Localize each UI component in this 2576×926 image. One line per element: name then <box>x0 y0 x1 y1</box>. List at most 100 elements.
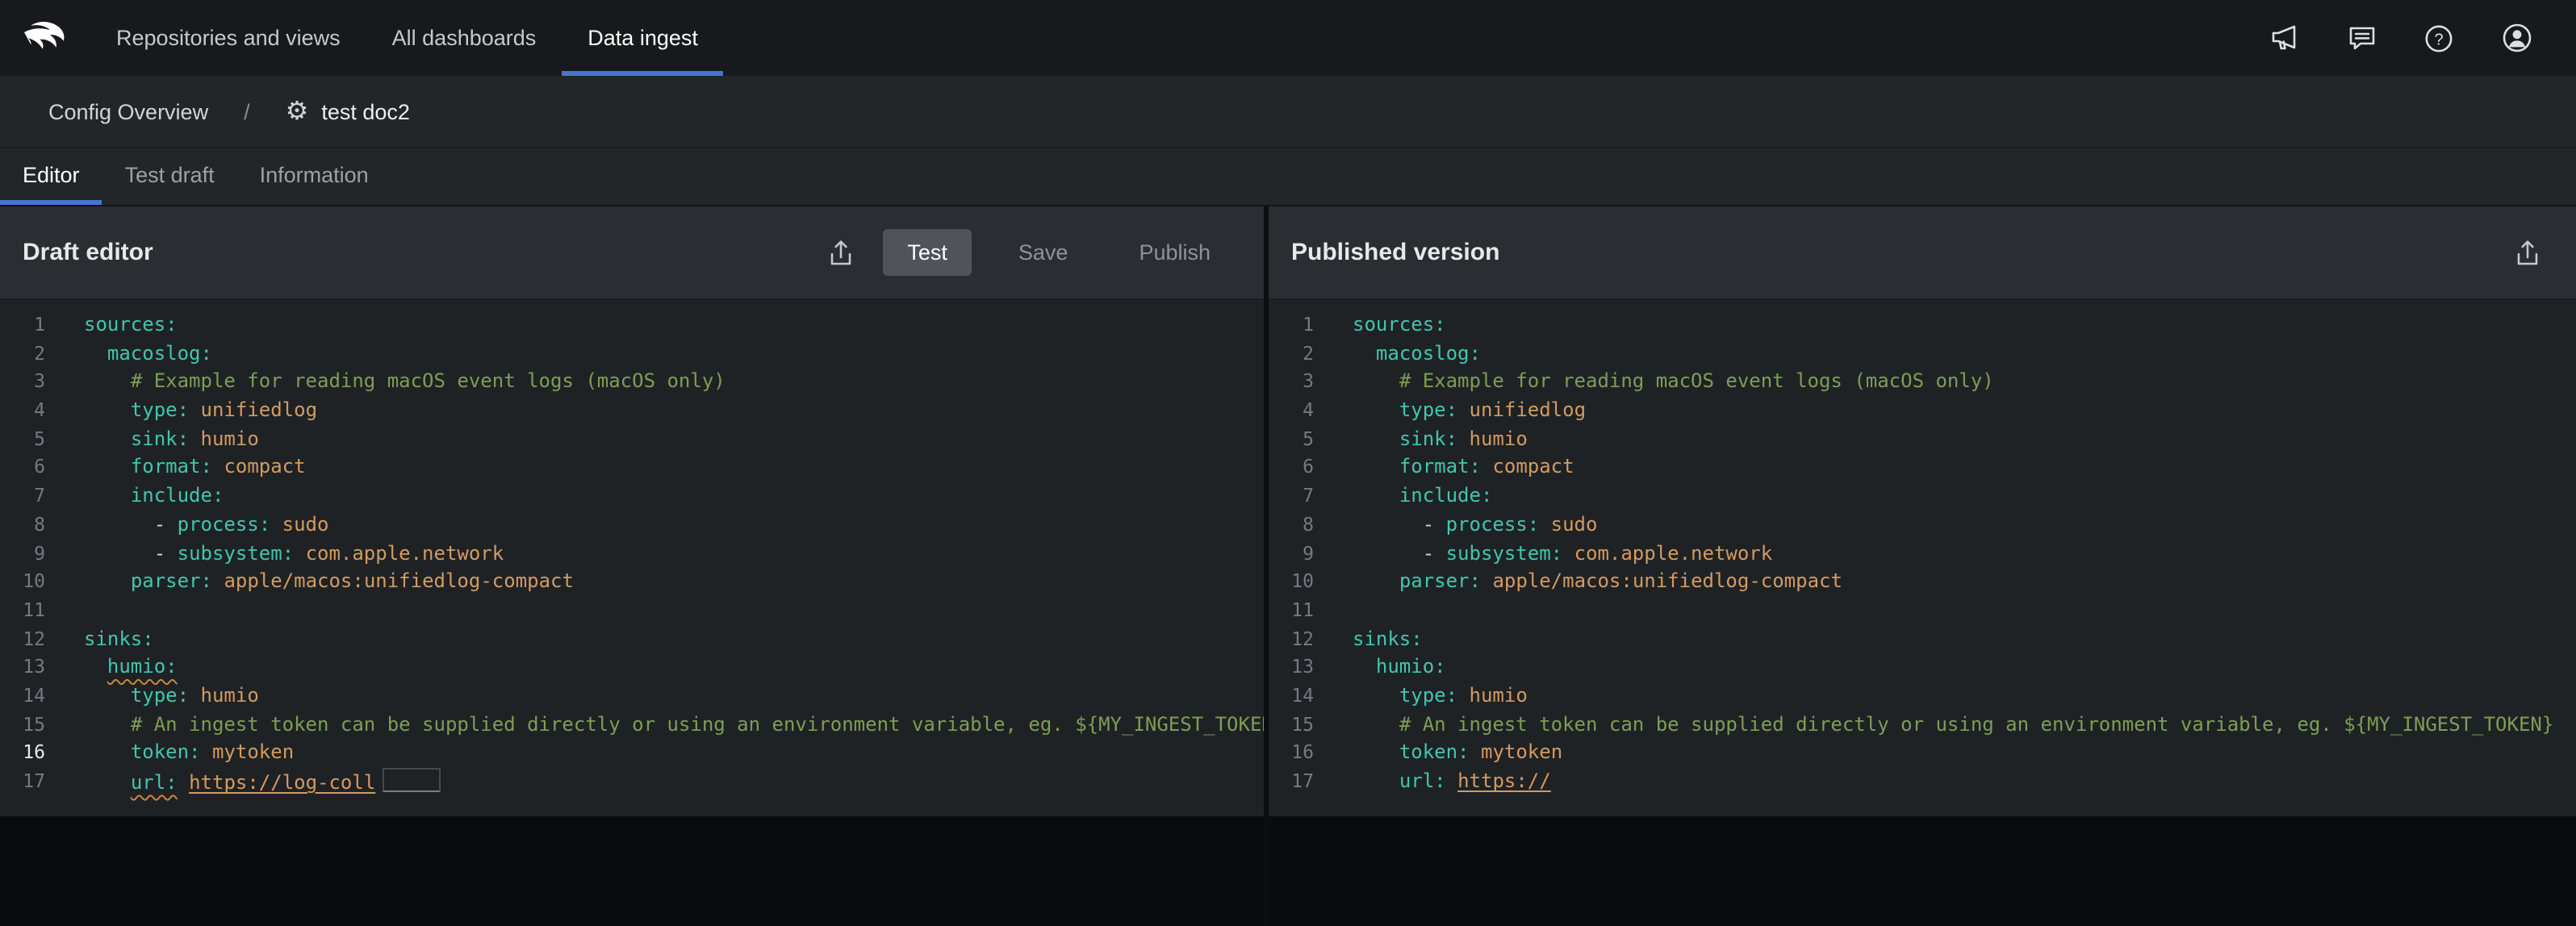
nav-item-label: Repositories and views <box>116 26 341 50</box>
code-line[interactable]: 6 format: compact <box>1269 454 2576 482</box>
line-number: 1 <box>1269 311 1314 340</box>
announcement-icon[interactable] <box>2266 20 2302 56</box>
code-line[interactable]: 10 parser: apple/macos:unifiedlog-compac… <box>1269 568 2576 596</box>
code-line[interactable]: 5 sink: humio <box>0 426 1264 454</box>
feedback-icon[interactable] <box>2344 20 2379 56</box>
export-icon[interactable] <box>822 233 860 272</box>
code-line[interactable]: 5 sink: humio <box>1269 426 2576 454</box>
line-number: 16 <box>0 740 45 768</box>
code-line[interactable]: 12sinks: <box>1269 625 2576 653</box>
line-text: token: mytoken <box>45 740 294 768</box>
draft-editor[interactable]: 1sources:2 macoslog:3 # Example for read… <box>0 300 1264 816</box>
line-text: parser: apple/macos:unifiedlog-compact <box>45 568 574 596</box>
line-text: type: unifiedlog <box>1314 397 1586 425</box>
code-line[interactable]: 9 - subsystem: com.apple.network <box>1269 540 2576 568</box>
code-line[interactable]: 14 type: humio <box>1269 682 2576 711</box>
line-number: 12 <box>0 625 45 653</box>
publish-button[interactable]: Publish <box>1114 229 1235 276</box>
line-text: url: https://log-coll <box>45 768 440 796</box>
tab-test-draft[interactable]: Test draft <box>102 148 237 205</box>
test-button[interactable]: Test <box>883 229 972 276</box>
code-line[interactable]: 17 url: https://log-coll <box>0 768 1264 796</box>
code-line[interactable]: 2 macoslog: <box>0 340 1264 368</box>
line-number: 9 <box>0 540 45 568</box>
line-text: - process: sudo <box>45 511 328 540</box>
text-cursor <box>382 768 440 792</box>
export-icon[interactable] <box>2508 233 2547 272</box>
line-text: humio: <box>1314 654 1446 682</box>
tab-information[interactable]: Information <box>237 148 391 205</box>
account-icon[interactable] <box>2499 20 2534 56</box>
code-line[interactable]: 7 include: <box>1269 482 2576 511</box>
line-number: 8 <box>0 511 45 540</box>
line-text: # Example for reading macOS event logs (… <box>1314 369 1994 397</box>
code-line[interactable]: 16 token: mytoken <box>0 740 1264 768</box>
code-line[interactable]: 1sources: <box>0 311 1264 340</box>
nav-item-all-dashboards[interactable]: All dashboards <box>366 0 562 76</box>
line-number: 2 <box>1269 340 1314 368</box>
line-text <box>1314 597 1353 625</box>
line-number: 16 <box>1269 740 1314 768</box>
crowdstrike-falcon-logo[interactable] <box>0 0 90 76</box>
code-line[interactable]: 13 humio: <box>1269 654 2576 682</box>
code-line[interactable]: 9 - subsystem: com.apple.network <box>0 540 1264 568</box>
code-line[interactable]: 15 # An ingest token can be supplied dir… <box>0 711 1264 739</box>
line-text: sink: humio <box>45 426 259 454</box>
code-line[interactable]: 1sources: <box>1269 311 2576 340</box>
line-number: 15 <box>1269 711 1314 739</box>
line-number: 17 <box>0 768 45 796</box>
line-number: 7 <box>0 482 45 511</box>
code-line[interactable]: 11 <box>1269 597 2576 625</box>
line-text: sources: <box>1314 311 1446 340</box>
line-text: humio: <box>45 654 178 682</box>
help-icon[interactable]: ? <box>2421 20 2457 56</box>
line-number: 8 <box>1269 511 1314 540</box>
draft-panel-actions: Test Save Publish <box>822 229 1235 276</box>
top-nav: Repositories and views All dashboards Da… <box>0 0 2576 76</box>
code-line[interactable]: 2 macoslog: <box>1269 340 2576 368</box>
code-line[interactable]: 4 type: unifiedlog <box>1269 397 2576 425</box>
nav-item-label: Data ingest <box>588 26 698 50</box>
line-number: 2 <box>0 340 45 368</box>
svg-text:?: ? <box>2434 31 2443 48</box>
code-line[interactable]: 11 <box>0 597 1264 625</box>
breadcrumb-parent[interactable]: Config Overview <box>48 99 208 123</box>
save-button[interactable]: Save <box>994 229 1093 276</box>
line-number: 14 <box>1269 682 1314 711</box>
code-line[interactable]: 15 # An ingest token can be supplied dir… <box>1269 711 2576 739</box>
code-line[interactable]: 4 type: unifiedlog <box>0 397 1264 425</box>
primary-nav: Repositories and views All dashboards Da… <box>90 0 724 76</box>
line-text: token: mytoken <box>1314 740 1562 768</box>
line-number: 6 <box>1269 454 1314 482</box>
code-line[interactable]: 16 token: mytoken <box>1269 740 2576 768</box>
tab-editor[interactable]: Editor <box>0 148 102 205</box>
published-editor: 1sources:2 macoslog:3 # Example for read… <box>1269 300 2576 816</box>
line-text: # Example for reading macOS event logs (… <box>45 369 726 397</box>
line-number: 4 <box>0 397 45 425</box>
code-line[interactable]: 12sinks: <box>0 625 1264 653</box>
line-number: 12 <box>1269 625 1314 653</box>
code-line[interactable]: 14 type: humio <box>0 682 1264 711</box>
line-text: include: <box>45 482 224 511</box>
line-text: sinks: <box>45 625 154 653</box>
code-line[interactable]: 17 url: https:// <box>1269 768 2576 796</box>
breadcrumb: Config Overview / ⚙ test doc2 <box>0 76 2576 148</box>
nav-item-data-ingest[interactable]: Data ingest <box>562 0 724 76</box>
breadcrumb-current[interactable]: ⚙ test doc2 <box>286 98 410 124</box>
code-line[interactable]: 6 format: compact <box>0 454 1264 482</box>
code-line[interactable]: 8 - process: sudo <box>0 511 1264 540</box>
code-line[interactable]: 3 # Example for reading macOS event logs… <box>1269 369 2576 397</box>
code-line[interactable]: 7 include: <box>0 482 1264 511</box>
line-number: 14 <box>0 682 45 711</box>
data-ingest-page: Repositories and views All dashboards Da… <box>0 0 2576 926</box>
code-line[interactable]: 8 - process: sudo <box>1269 511 2576 540</box>
code-line[interactable]: 10 parser: apple/macos:unifiedlog-compac… <box>0 568 1264 596</box>
line-number: 7 <box>1269 482 1314 511</box>
line-number: 4 <box>1269 397 1314 425</box>
nav-item-repositories-and-views[interactable]: Repositories and views <box>90 0 366 76</box>
line-text: - subsystem: com.apple.network <box>45 540 504 568</box>
code-line[interactable]: 13 humio: <box>0 654 1264 682</box>
line-number: 9 <box>1269 540 1314 568</box>
code-line[interactable]: 3 # Example for reading macOS event logs… <box>0 369 1264 397</box>
draft-panel: Draft editor Test Save Publish 1sources:… <box>0 206 1264 926</box>
